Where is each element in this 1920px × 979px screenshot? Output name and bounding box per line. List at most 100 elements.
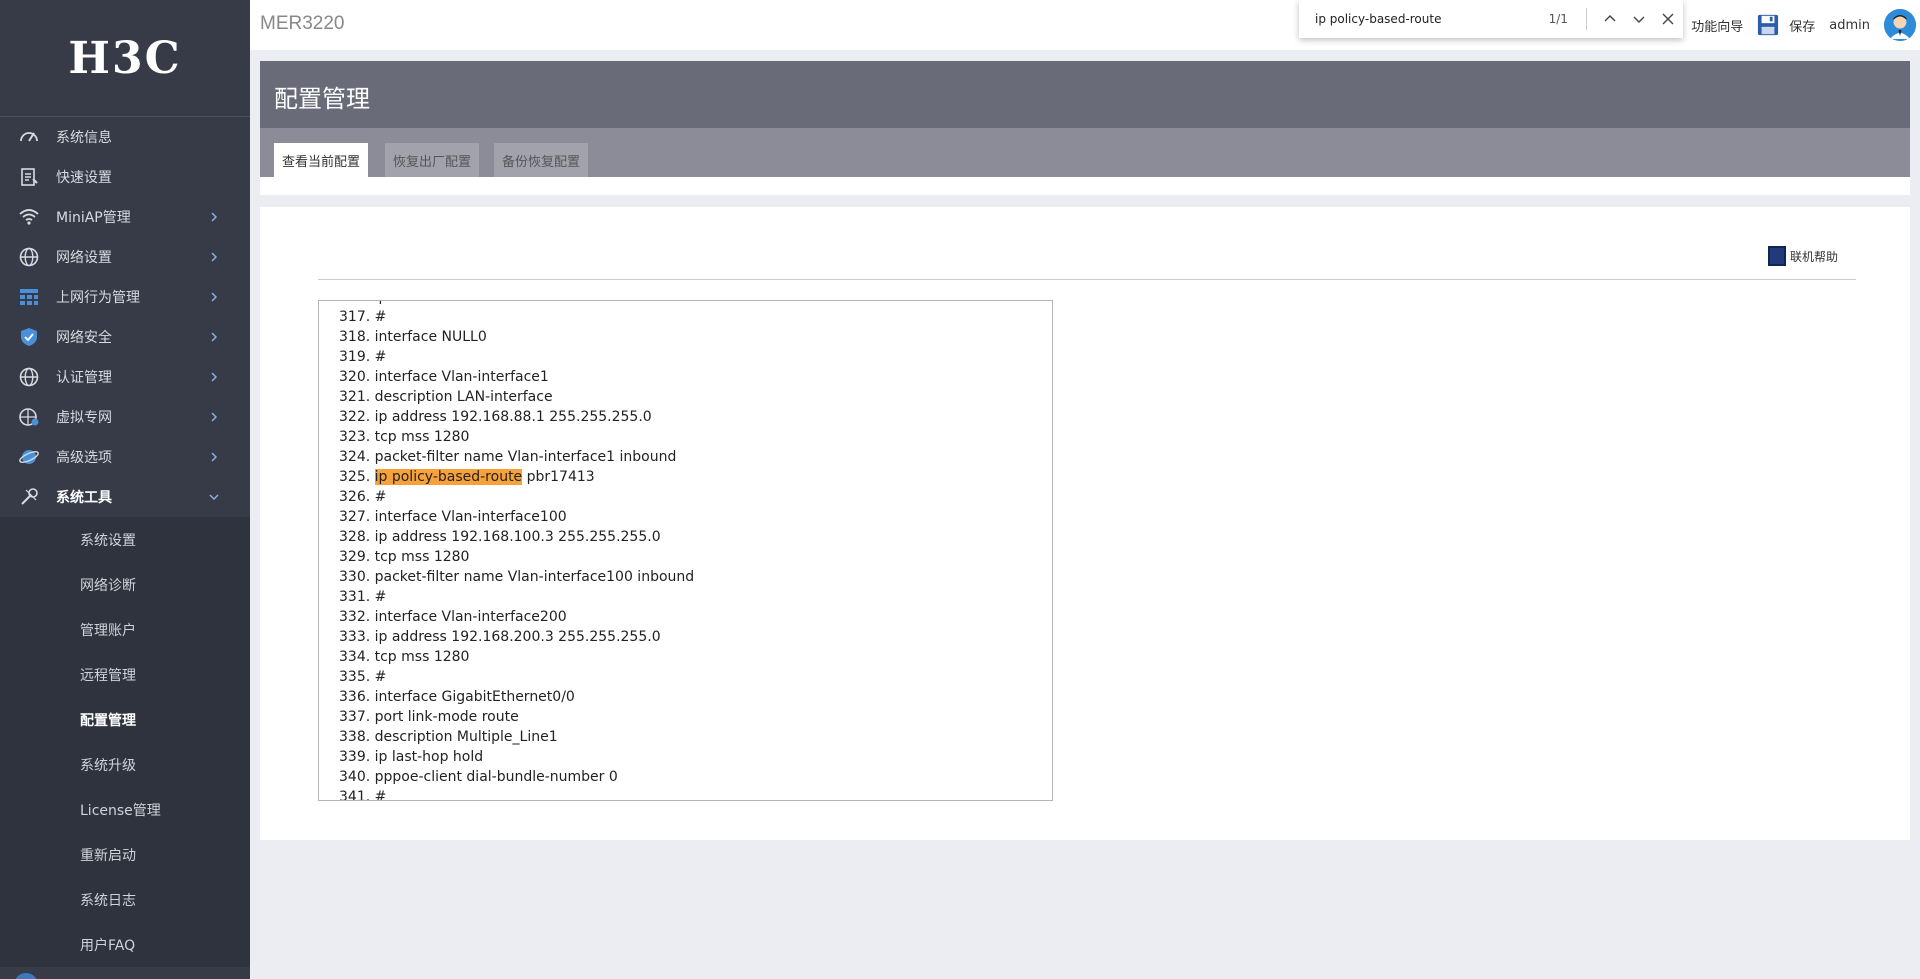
find-previous-button[interactable]	[1595, 4, 1624, 34]
config-line: 318. interface NULL0	[339, 329, 487, 345]
sidebar-subitem[interactable]: 重新启动	[0, 832, 250, 877]
config-line: 323. tcp mss 1280	[339, 429, 470, 445]
sidebar-item-label: 网络安全	[56, 330, 112, 346]
config-line: 324. packet-filter name Vlan-interface1 …	[339, 449, 677, 465]
config-line: 328. ip address 192.168.100.3 255.255.25…	[339, 529, 661, 545]
header-spacer	[260, 177, 1910, 195]
config-line: 340. pppoe-client dial-bundle-number 0	[339, 769, 618, 785]
sidebar-item-label: 虚拟专网	[56, 410, 112, 426]
chevron-right-icon	[206, 329, 222, 345]
sidebar-subitem[interactable]: 用户FAQ	[0, 922, 250, 967]
close-icon	[1662, 13, 1674, 25]
config-line: 321. description LAN-interface	[339, 389, 553, 405]
find-separator	[1585, 8, 1587, 30]
config-line: 331. #	[339, 589, 387, 605]
sidebar-item-7[interactable]: 虚拟专网	[0, 397, 250, 437]
config-line: 327. interface Vlan-interface100	[339, 509, 567, 525]
config-line: 319. #	[339, 349, 387, 365]
sidebar-bottom-icon	[14, 973, 38, 979]
config-line: 330. packet-filter name Vlan-interface10…	[339, 569, 695, 585]
config-line: 325. ip policy-based-route pbr17413	[339, 469, 595, 485]
sidebar-item-5[interactable]: 网络安全	[0, 317, 250, 357]
sidebar-subitem[interactable]: 系统升级	[0, 742, 250, 787]
tab-backup-restore[interactable]: 备份恢复配置	[494, 143, 589, 177]
config-line: 339. ip last-hop hold	[339, 749, 484, 765]
save-button[interactable]: 保存	[1757, 14, 1815, 36]
user-avatar-icon	[1884, 9, 1916, 41]
sidebar-item-0[interactable]: 系统信息	[0, 117, 250, 157]
sidebar-item-6[interactable]: 认证管理	[0, 357, 250, 397]
config-line: 329. tcp mss 1280	[339, 549, 470, 565]
chevron-up-icon	[1604, 15, 1616, 22]
find-next-button[interactable]	[1624, 4, 1653, 34]
sidebar-item-label: 网络设置	[56, 250, 112, 266]
sidebar-subitem[interactable]: 管理账户	[0, 607, 250, 652]
wifi-icon	[18, 206, 40, 228]
avatar[interactable]	[1884, 9, 1916, 41]
find-match-count: 1/1	[1548, 12, 1568, 26]
chevron-down-icon	[1633, 16, 1645, 23]
sidebar-item-label: 高级选项	[56, 450, 112, 466]
divider	[318, 279, 1856, 280]
sidebar-item-label: 认证管理	[56, 370, 112, 386]
save-icon	[1758, 14, 1779, 36]
globe-icon	[18, 366, 40, 388]
network-globe-icon	[18, 406, 40, 428]
config-lines: 316. ip address 192.168.200.1 255.255.25…	[339, 301, 695, 801]
sidebar-nav: 系统信息快速设置 MiniAP管理 网络设置上网行为管理网络安全认证管理虚拟专网高级…	[0, 117, 250, 967]
sidebar-subitem[interactable]: 网络诊断	[0, 562, 250, 607]
sidebar-item-label: 快速设置	[56, 170, 112, 186]
config-line: 334. tcp mss 1280	[339, 649, 470, 665]
config-line: 317. #	[339, 309, 387, 325]
chevron-down-icon	[206, 489, 222, 505]
sidebar-subitem[interactable]: License管理	[0, 787, 250, 832]
sidebar: H3C 系统信息快速设置 MiniAP管理 网络设置上网行为管理网络安全认证管理虚拟…	[0, 0, 250, 979]
sidebar-item-4[interactable]: 上网行为管理	[0, 277, 250, 317]
page-header: 配置管理	[260, 61, 1910, 128]
find-close-button[interactable]	[1654, 4, 1683, 34]
h3c-logo: H3C	[0, 0, 250, 117]
sidebar-item-label: 系统工具	[56, 490, 112, 506]
sidebar-item-3[interactable]: 网络设置	[0, 237, 250, 277]
tools-icon	[18, 486, 40, 508]
globe-icon	[18, 246, 40, 268]
sidebar-subitem[interactable]: 远程管理	[0, 652, 250, 697]
dashboard-icon	[18, 126, 40, 148]
grid-icon	[18, 286, 40, 308]
chevron-right-icon	[206, 209, 222, 225]
shield-icon	[18, 326, 40, 348]
user-name[interactable]: admin	[1829, 18, 1870, 33]
tab-factory-reset[interactable]: 恢复出厂配置	[385, 143, 480, 177]
find-input[interactable]	[1315, 12, 1521, 26]
tab-bar: 查看当前配置 恢复出厂配置 备份恢复配置	[260, 128, 1910, 177]
chevron-right-icon	[206, 289, 222, 305]
find-bar: 1/1	[1299, 0, 1683, 38]
config-line: 322. ip address 192.168.88.1 255.255.255…	[339, 409, 652, 425]
config-line: 320. interface Vlan-interface1	[339, 369, 549, 385]
document-icon	[18, 166, 40, 188]
chevron-right-icon	[206, 369, 222, 385]
online-help-link[interactable]: 联机帮助	[1767, 246, 1838, 266]
chevron-right-icon	[206, 409, 222, 425]
sidebar-item-label: MiniAP管理	[56, 210, 131, 226]
sidebar-item-1[interactable]: 快速设置	[0, 157, 250, 197]
sidebar-subitem[interactable]: 配置管理	[0, 697, 250, 742]
sidebar-item-label: 系统信息	[56, 130, 112, 146]
device-name: MER3220	[260, 13, 345, 34]
config-line: 335. #	[339, 669, 387, 685]
config-viewer[interactable]: 316. ip address 192.168.200.1 255.255.25…	[318, 300, 1053, 801]
sidebar-subitem[interactable]: 系统设置	[0, 517, 250, 562]
config-line: 336. interface GigabitEthernet0/0	[339, 689, 575, 705]
sidebar-item-8[interactable]: 高级选项	[0, 437, 250, 477]
tab-view-current-config[interactable]: 查看当前配置	[274, 143, 369, 177]
config-line: 341. #	[339, 789, 387, 801]
sidebar-item-2[interactable]: MiniAP管理	[0, 197, 250, 237]
content-panel: 联机帮助 316. ip address 192.168.200.1 255.2…	[260, 207, 1910, 840]
chevron-right-icon	[206, 449, 222, 465]
config-line: 333. ip address 192.168.200.3 255.255.25…	[339, 629, 661, 645]
config-line: 326. #	[339, 489, 387, 505]
help-book-icon	[1767, 246, 1786, 266]
sidebar-item-9[interactable]: 系统工具	[0, 477, 250, 517]
sidebar-subitem[interactable]: 系统日志	[0, 877, 250, 922]
wizard-link[interactable]: 功能向导	[1691, 16, 1743, 35]
